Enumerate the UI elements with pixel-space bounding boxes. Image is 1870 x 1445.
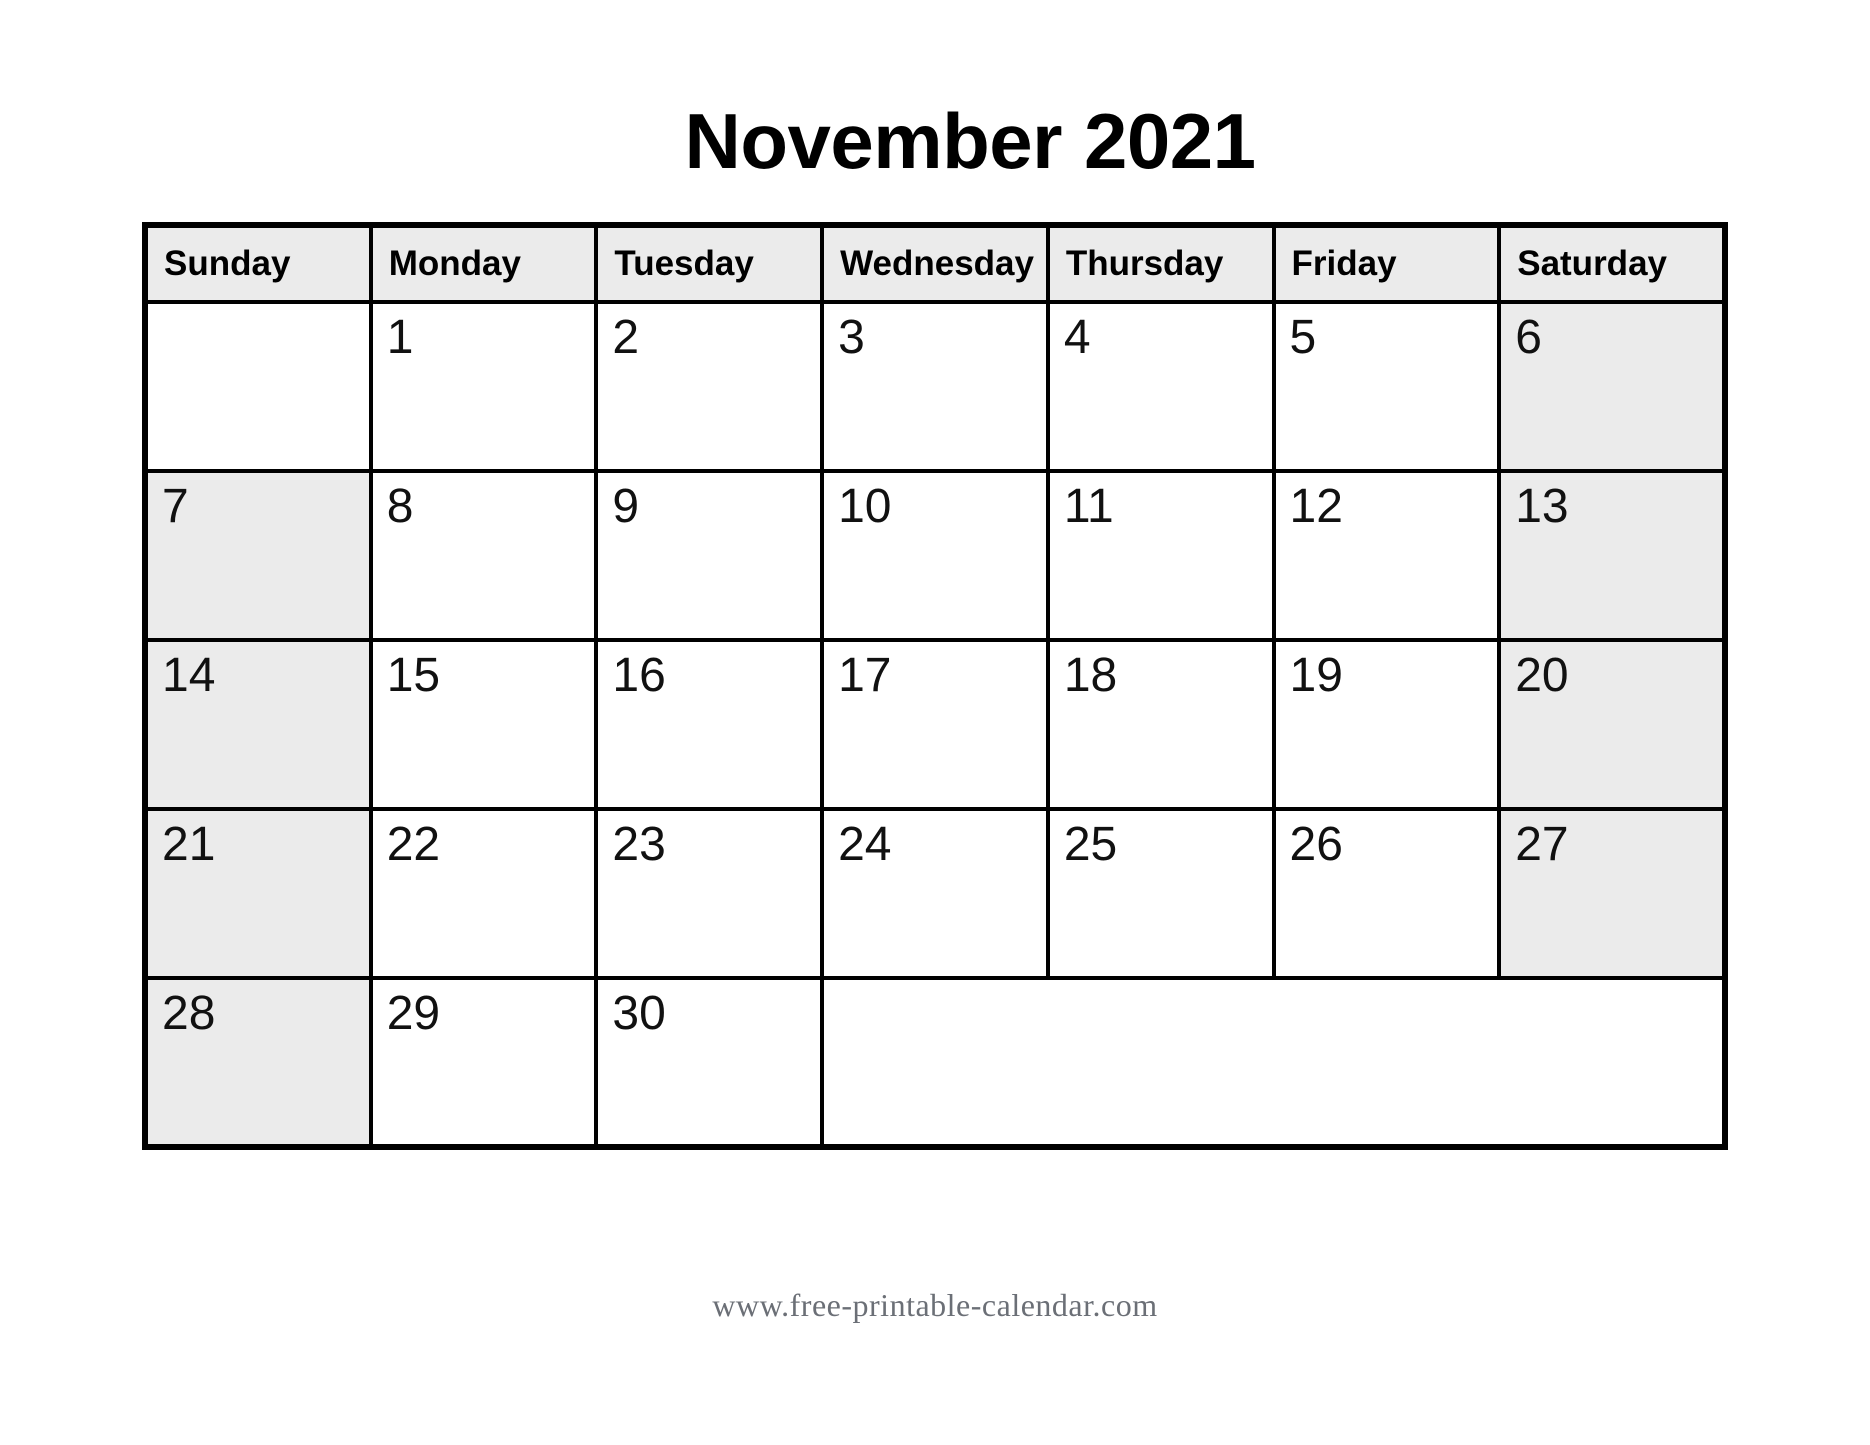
day-number: 15 xyxy=(386,649,441,702)
day-number: 14 xyxy=(162,649,216,702)
calendar-header-row: Sunday Monday Tuesday Wednesday Thursday Frid… xyxy=(143,223,1727,304)
day-number: 26 xyxy=(1289,818,1343,871)
calendar-day-cell[interactable]: 10 xyxy=(820,469,1050,642)
calendar-day-cell[interactable]: 6 xyxy=(1497,300,1727,473)
calendar-empty-cell[interactable] xyxy=(143,300,373,473)
day-number: 12 xyxy=(1289,480,1343,533)
calendar-day-cell[interactable]: 4 xyxy=(1045,300,1276,473)
calendar-day-cell[interactable]: 24 xyxy=(820,807,1050,980)
weekday-header-friday: Friday xyxy=(1271,223,1502,304)
calendar-day-cell[interactable]: 28 xyxy=(143,976,373,1149)
calendar-body: 1 2 3 4 5 6 7 8 9 10 11 12 13 14 15 16 17 18 19 20 21 22 23 24 2… xyxy=(143,300,1727,1149)
calendar-day-cell[interactable]: 26 xyxy=(1271,807,1502,980)
day-number: 24 xyxy=(838,818,892,871)
day-number: 11 xyxy=(1063,480,1114,533)
calendar-day-cell[interactable]: 19 xyxy=(1271,638,1502,811)
calendar-day-cell[interactable]: 25 xyxy=(1045,807,1276,980)
calendar-day-cell[interactable]: 21 xyxy=(143,807,373,980)
page-title: November 2021 xyxy=(0,98,1870,184)
calendar-day-cell[interactable]: 11 xyxy=(1045,469,1276,642)
calendar-week-row: 7 8 9 10 11 12 13 xyxy=(143,469,1727,642)
day-number: 30 xyxy=(612,987,666,1040)
day-number: 20 xyxy=(1515,649,1569,702)
weekday-header-saturday: Saturday xyxy=(1497,223,1727,304)
day-number: 25 xyxy=(1063,818,1118,871)
calendar-day-cell[interactable]: 20 xyxy=(1497,638,1727,811)
calendar-day-cell[interactable]: 17 xyxy=(820,638,1050,811)
calendar-day-cell[interactable]: 8 xyxy=(368,469,599,642)
weekday-header-wednesday: Wednesday xyxy=(820,223,1050,304)
calendar-day-cell[interactable]: 7 xyxy=(143,469,373,642)
calendar-day-cell[interactable]: 23 xyxy=(594,807,825,980)
day-number: 23 xyxy=(612,818,666,871)
calendar-week-row: 14 15 16 17 18 19 20 xyxy=(143,638,1727,811)
footer-url: www.free-printable-calendar.com xyxy=(712,1287,1158,1323)
weekday-header-monday: Monday xyxy=(368,223,599,304)
day-number: 22 xyxy=(386,818,441,871)
calendar-grid: Sunday Monday Tuesday Wednesday Thursday Frid… xyxy=(142,222,1728,1150)
calendar-day-cell[interactable]: 30 xyxy=(594,976,825,1149)
calendar-week-row: 1 2 3 4 5 6 xyxy=(143,300,1727,473)
calendar-day-cell[interactable]: 12 xyxy=(1271,469,1502,642)
day-number: 21 xyxy=(162,818,216,871)
day-number: 10 xyxy=(838,480,892,533)
calendar-empty-cell[interactable] xyxy=(820,976,1727,1149)
calendar-week-row: 28 29 30 xyxy=(143,976,1727,1149)
calendar-day-cell[interactable]: 27 xyxy=(1497,807,1727,980)
day-number: 2 xyxy=(612,311,640,364)
weekday-header-thursday: Thursday xyxy=(1045,223,1276,304)
day-number: 4 xyxy=(1063,311,1091,364)
weekday-header-sunday: Sunday xyxy=(143,223,373,304)
day-number: 28 xyxy=(162,987,216,1040)
day-number: 5 xyxy=(1289,311,1317,364)
weekday-header-tuesday: Tuesday xyxy=(594,223,825,304)
weekday-header-row: Sunday Monday Tuesday Wednesday Thursday Frid… xyxy=(143,223,1727,304)
day-number: 16 xyxy=(612,649,666,702)
calendar-day-cell[interactable]: 1 xyxy=(368,300,599,473)
calendar-week-row: 21 22 23 24 25 26 27 xyxy=(143,807,1727,980)
day-number: 27 xyxy=(1515,818,1569,871)
day-number: 6 xyxy=(1515,311,1542,364)
calendar-day-cell[interactable]: 15 xyxy=(368,638,599,811)
calendar-day-cell[interactable]: 5 xyxy=(1271,300,1502,473)
day-number: 8 xyxy=(386,480,414,533)
title-month: November xyxy=(684,97,1063,185)
day-number: 1 xyxy=(386,311,414,364)
title-year: 2021 xyxy=(1083,97,1256,185)
calendar-day-cell[interactable]: 3 xyxy=(820,300,1050,473)
day-number: 3 xyxy=(838,311,865,364)
day-number: 29 xyxy=(386,987,441,1040)
calendar-page: November 2021 Sunday Monday Tuesday Wednesda… xyxy=(0,0,1870,1445)
day-number: 7 xyxy=(162,480,189,533)
day-number: 19 xyxy=(1289,649,1343,702)
calendar-day-cell[interactable]: 29 xyxy=(368,976,599,1149)
calendar-day-cell[interactable]: 16 xyxy=(594,638,825,811)
calendar-day-cell[interactable]: 9 xyxy=(594,469,825,642)
calendar-day-cell[interactable]: 13 xyxy=(1497,469,1727,642)
calendar-day-cell[interactable]: 14 xyxy=(143,638,373,811)
day-number: 13 xyxy=(1515,480,1569,533)
day-number: 9 xyxy=(612,480,640,533)
calendar-day-cell[interactable]: 22 xyxy=(368,807,599,980)
calendar-day-cell[interactable]: 18 xyxy=(1045,638,1276,811)
day-number: 18 xyxy=(1063,649,1118,702)
day-number: 17 xyxy=(838,649,892,702)
calendar-day-cell[interactable]: 2 xyxy=(594,300,825,473)
